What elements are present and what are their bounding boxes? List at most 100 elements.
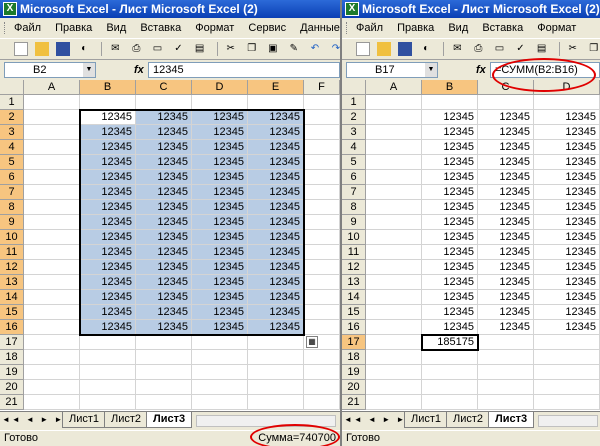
cell-c3[interactable]: 12345 bbox=[136, 125, 192, 140]
tab-sheet2[interactable]: Лист2 bbox=[446, 412, 491, 428]
cell-e16[interactable]: 12345 bbox=[248, 320, 304, 335]
cell-e10[interactable]: 12345 bbox=[248, 230, 304, 245]
cell-d6[interactable]: 12345 bbox=[534, 170, 600, 185]
cell-a18[interactable] bbox=[24, 350, 80, 365]
cell-b5[interactable]: 12345 bbox=[422, 155, 478, 170]
cell-a12[interactable] bbox=[24, 260, 80, 275]
cell-e15[interactable]: 12345 bbox=[248, 305, 304, 320]
tab-sheet1[interactable]: Лист1 bbox=[62, 412, 107, 428]
cell-d9[interactable]: 12345 bbox=[534, 215, 600, 230]
cell-b12[interactable]: 12345 bbox=[80, 260, 136, 275]
name-box[interactable]: B2 ▼ bbox=[4, 62, 96, 78]
cell-c14[interactable]: 12345 bbox=[478, 290, 534, 305]
cell-d14[interactable]: 12345 bbox=[192, 290, 248, 305]
print-icon[interactable]: ⎙ bbox=[129, 42, 143, 56]
cell-d19[interactable] bbox=[534, 365, 600, 380]
cut-icon[interactable]: ✂ bbox=[566, 42, 580, 56]
cell-c1[interactable] bbox=[136, 95, 192, 110]
cell-b20[interactable] bbox=[422, 380, 478, 395]
cell-b17[interactable]: 185175 bbox=[422, 335, 478, 350]
cell-a10[interactable] bbox=[366, 230, 422, 245]
cell-b1[interactable] bbox=[80, 95, 136, 110]
cell-a20[interactable] bbox=[24, 380, 80, 395]
cell-c7[interactable]: 12345 bbox=[136, 185, 192, 200]
menu-insert[interactable]: Вставка bbox=[482, 22, 523, 34]
cell-b7[interactable]: 12345 bbox=[80, 185, 136, 200]
cell-b15[interactable]: 12345 bbox=[422, 305, 478, 320]
cell-b10[interactable]: 12345 bbox=[80, 230, 136, 245]
cell-b21[interactable] bbox=[80, 395, 136, 410]
cell-f19[interactable] bbox=[304, 365, 340, 380]
column-header-c[interactable]: C bbox=[136, 80, 192, 95]
row-header-6[interactable]: 6 bbox=[342, 170, 366, 185]
cell-f15[interactable] bbox=[304, 305, 340, 320]
worksheet-grid[interactable]: A B C D 1 2 12345 12345 12345 3 12345 12345 12345 4 12… bbox=[342, 80, 600, 411]
row-header-16[interactable]: 16 bbox=[0, 320, 24, 335]
cell-d11[interactable]: 12345 bbox=[192, 245, 248, 260]
cell-b14[interactable]: 12345 bbox=[422, 290, 478, 305]
cell-a16[interactable] bbox=[24, 320, 80, 335]
preview-icon[interactable]: ▭ bbox=[150, 42, 164, 56]
cell-a16[interactable] bbox=[366, 320, 422, 335]
cell-a12[interactable] bbox=[366, 260, 422, 275]
cell-c17[interactable] bbox=[136, 335, 192, 350]
cell-d5[interactable]: 12345 bbox=[192, 155, 248, 170]
column-header-f[interactable]: F bbox=[304, 80, 340, 95]
column-header-e[interactable]: E bbox=[248, 80, 304, 95]
cell-a15[interactable] bbox=[24, 305, 80, 320]
menu-file[interactable]: Файл bbox=[14, 22, 41, 34]
cell-b5[interactable]: 12345 bbox=[80, 155, 136, 170]
cell-b12[interactable]: 12345 bbox=[422, 260, 478, 275]
cell-e8[interactable]: 12345 bbox=[248, 200, 304, 215]
menu-insert[interactable]: Вставка bbox=[140, 22, 181, 34]
cell-a14[interactable] bbox=[366, 290, 422, 305]
cell-a1[interactable] bbox=[24, 95, 80, 110]
cell-e3[interactable]: 12345 bbox=[248, 125, 304, 140]
cell-e2[interactable]: 12345 bbox=[248, 110, 304, 125]
cell-d16[interactable]: 12345 bbox=[192, 320, 248, 335]
cell-e17[interactable] bbox=[248, 335, 304, 350]
cell-c20[interactable] bbox=[136, 380, 192, 395]
cell-e1[interactable] bbox=[248, 95, 304, 110]
tab-sheet1[interactable]: Лист1 bbox=[404, 412, 449, 428]
cell-f10[interactable] bbox=[304, 230, 340, 245]
tab-sheet3[interactable]: Лист3 bbox=[488, 412, 535, 428]
row-header-19[interactable]: 19 bbox=[342, 365, 366, 380]
cell-c9[interactable]: 12345 bbox=[136, 215, 192, 230]
cell-d13[interactable]: 12345 bbox=[534, 275, 600, 290]
cell-a15[interactable] bbox=[366, 305, 422, 320]
cell-f4[interactable] bbox=[304, 140, 340, 155]
column-header-b[interactable]: B bbox=[422, 80, 478, 95]
cell-b18[interactable] bbox=[422, 350, 478, 365]
cell-e12[interactable]: 12345 bbox=[248, 260, 304, 275]
row-header-1[interactable]: 1 bbox=[342, 95, 366, 110]
cell-e20[interactable] bbox=[248, 380, 304, 395]
research-icon[interactable]: ▤ bbox=[535, 42, 549, 56]
cell-f13[interactable] bbox=[304, 275, 340, 290]
row-header-21[interactable]: 21 bbox=[0, 395, 24, 410]
cell-a20[interactable] bbox=[366, 380, 422, 395]
undo-icon[interactable]: ↶ bbox=[308, 42, 322, 56]
horizontal-scrollbar[interactable] bbox=[538, 415, 598, 427]
cell-a4[interactable] bbox=[24, 140, 80, 155]
fx-icon[interactable]: fx bbox=[134, 62, 144, 78]
cell-c16[interactable]: 12345 bbox=[478, 320, 534, 335]
row-header-21[interactable]: 21 bbox=[342, 395, 366, 410]
preview-icon[interactable]: ▭ bbox=[492, 42, 506, 56]
cell-f6[interactable] bbox=[304, 170, 340, 185]
cell-d7[interactable]: 12345 bbox=[192, 185, 248, 200]
cell-f21[interactable] bbox=[304, 395, 340, 410]
cell-b16[interactable]: 12345 bbox=[422, 320, 478, 335]
cell-c14[interactable]: 12345 bbox=[136, 290, 192, 305]
cell-d1[interactable] bbox=[192, 95, 248, 110]
cell-b17[interactable] bbox=[80, 335, 136, 350]
cell-b6[interactable]: 12345 bbox=[422, 170, 478, 185]
cell-c2[interactable]: 12345 bbox=[478, 110, 534, 125]
row-header-13[interactable]: 13 bbox=[0, 275, 24, 290]
cell-d1[interactable] bbox=[534, 95, 600, 110]
cell-d12[interactable]: 12345 bbox=[534, 260, 600, 275]
row-header-6[interactable]: 6 bbox=[0, 170, 24, 185]
cell-b8[interactable]: 12345 bbox=[80, 200, 136, 215]
cell-d17[interactable] bbox=[534, 335, 600, 350]
cell-d8[interactable]: 12345 bbox=[534, 200, 600, 215]
